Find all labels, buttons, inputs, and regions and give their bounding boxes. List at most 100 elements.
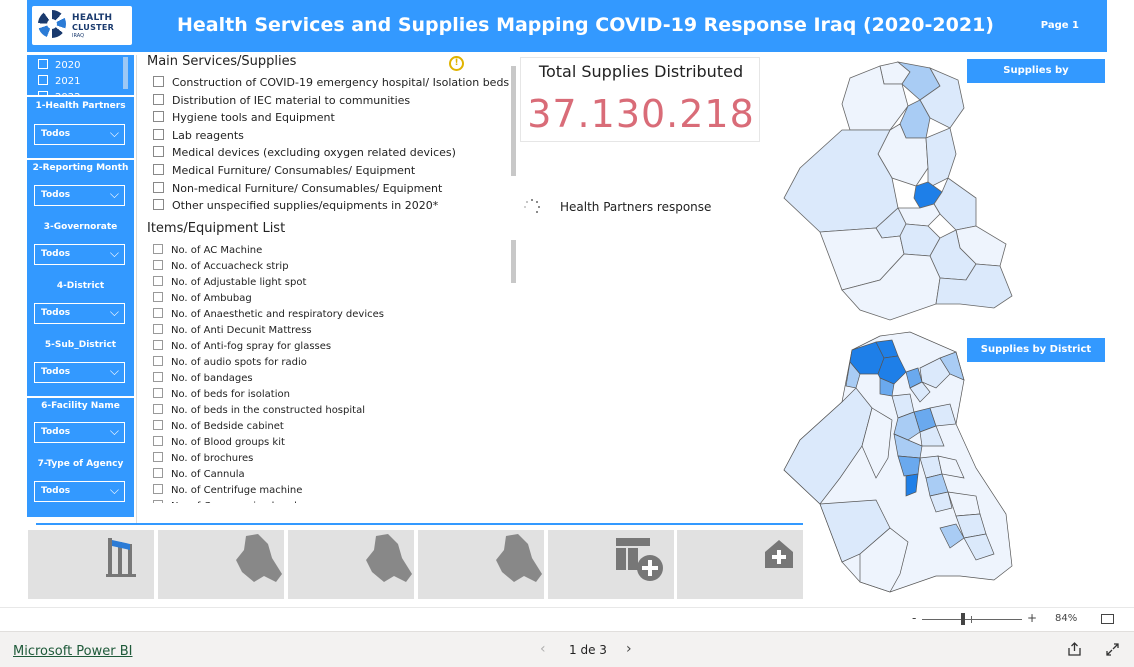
year-option-2020[interactable]: 2020 [38,59,80,71]
health-partners-dropdown[interactable]: Todos ⌵ [34,124,125,145]
equipment-option[interactable]: No. of Ambubag [153,292,252,304]
equipment-option[interactable]: No. of Cannula [153,468,245,480]
equipment-option[interactable]: No. of Centrifuge machine [153,484,302,496]
type-of-agency-dropdown[interactable]: Todos ⌵ [34,481,125,502]
equipment-checkbox[interactable] [153,324,163,334]
services-scrollbar[interactable] [511,66,516,176]
year-checkbox[interactable] [38,59,48,69]
equipment-option[interactable]: No. of Anaesthetic and respiratory devic… [153,308,384,320]
service-checkbox[interactable] [153,199,164,211]
equipment-checkbox[interactable] [153,260,163,270]
service-option[interactable]: Medical Furniture/ Consumables/ Equipmen… [153,164,415,177]
service-option[interactable]: Construction of COVID-19 emergency hospi… [153,76,509,89]
equipment-checkbox[interactable] [153,276,163,286]
district-dropdown[interactable]: Todos ⌵ [34,303,125,324]
facility-name-dropdown[interactable]: Todos ⌵ [34,422,125,443]
dropdown-value: Todos [41,486,71,496]
filter-sidebar: 2020 2021 2022 1-Health Partners Todos⌵ … [27,55,134,517]
service-option[interactable]: Other unspecified supplies/equipments in… [153,199,438,212]
equipment-option[interactable]: No. of Accuacheck strip [153,260,289,272]
nav-tile-flag[interactable] [28,530,154,599]
nav-tile-map-3[interactable] [418,530,544,599]
equipment-option[interactable]: No. of bandages [153,372,253,384]
service-checkbox[interactable] [153,128,164,140]
next-page-button[interactable]: › [626,641,632,657]
map-region-wasit[interactable] [933,177,977,231]
equipment-option[interactable]: No. of AC Machine [153,244,262,256]
equipment-checkbox[interactable] [153,244,163,254]
service-checkbox[interactable] [153,181,164,193]
service-checkbox[interactable] [153,93,164,105]
zoom-out-button[interactable]: - [912,611,916,625]
zoom-bar: - + 84% [0,607,1134,631]
sub-district-dropdown[interactable]: Todos ⌵ [34,362,125,383]
service-option[interactable]: Hygiene tools and Equipment [153,111,335,124]
info-icon[interactable]: ! [449,56,464,71]
equipment-scrollbar[interactable] [511,240,516,283]
nav-tile-map-1[interactable] [158,530,284,599]
zoom-slider-track[interactable] [922,619,1022,620]
equipment-checkbox[interactable] [153,436,163,446]
nav-tile-add-facility[interactable] [677,530,803,599]
equipment-label: No. of brochures [171,453,254,464]
equipment-checkbox[interactable] [153,388,163,398]
equipment-option[interactable]: No. of Blood groups kit [153,436,285,448]
equipment-option[interactable]: No. of Anti Decunit Mattress [153,324,312,336]
map-region-anbar[interactable] [783,129,899,233]
equipment-option[interactable]: No. of Anti-fog spray for glasses [153,340,331,352]
report-header: HEALTH CLUSTER IRAQ Health Services and … [27,0,1107,52]
service-label: Other unspecified supplies/equipments in… [172,199,439,213]
year-slicer[interactable]: 2020 2021 2022 [27,55,134,95]
equipment-option[interactable]: No. of brochures [153,452,253,464]
map-region-diyala[interactable] [925,127,957,189]
equipment-option[interactable]: No. of Adjustable light spot [153,276,306,288]
governorate-map[interactable] [780,58,1040,323]
equipment-option[interactable]: No. of audio spots for radio [153,356,307,368]
equipment-checkbox[interactable] [153,484,163,494]
year-checkbox[interactable] [38,75,48,85]
equipment-title: Items/Equipment List [147,221,286,236]
equipment-checkbox[interactable] [153,500,163,503]
zoom-slider-thumb[interactable] [961,613,965,625]
filter-label: 7-Type of Agency [37,459,124,469]
equipment-label: No. of Compression band sensor [171,501,333,503]
power-bi-link[interactable]: Microsoft Power BI [13,644,132,659]
zoom-in-button[interactable]: + [1027,611,1037,625]
service-checkbox[interactable] [153,164,164,175]
share-icon[interactable] [1067,642,1082,657]
service-checkbox[interactable] [153,111,164,123]
nav-tile-map-2[interactable] [288,530,414,599]
service-option[interactable]: Lab reagents [153,128,244,142]
equipment-checkbox[interactable] [153,372,163,382]
equipment-checkbox[interactable] [153,420,163,430]
filter-label: 5-Sub_District [44,340,117,350]
governorate-dropdown[interactable]: Todos ⌵ [34,244,125,265]
service-option[interactable]: Distribution of IEC material to communit… [153,93,411,107]
service-checkbox[interactable] [153,76,164,87]
equipment-checkbox[interactable] [153,308,163,318]
equipment-checkbox[interactable] [153,452,163,462]
reporting-month-dropdown[interactable]: Todos ⌵ [34,185,125,206]
equipment-checkbox[interactable] [153,340,163,350]
equipment-checkbox[interactable] [153,292,163,302]
service-option[interactable]: Medical devices (excluding oxygen relate… [153,146,456,159]
year-option-2021[interactable]: 2021 [38,75,80,87]
service-label: Distribution of IEC material to communit… [172,93,411,107]
equipment-checkbox[interactable] [153,404,163,414]
service-option[interactable]: Non-medical Furniture/ Consumables/ Equi… [153,181,442,195]
equipment-checkbox[interactable] [153,356,163,366]
equipment-option[interactable]: No. of Compression band sensor [153,500,333,503]
equipment-option[interactable]: No. of beds for isolation [153,388,290,400]
equipment-option[interactable]: No. of Bedside cabinet [153,420,284,432]
previous-page-button[interactable]: ‹ [540,641,546,657]
nav-tile-add-table[interactable] [548,530,674,599]
fullscreen-icon[interactable] [1105,642,1120,657]
service-checkbox[interactable] [153,146,164,158]
fit-to-page-icon[interactable] [1101,614,1114,624]
add-facility-icon [765,540,793,568]
equipment-label: No. of beds in the constructed hospital [171,405,365,416]
equipment-checkbox[interactable] [153,468,163,478]
equipment-option[interactable]: No. of beds in the constructed hospital [153,404,365,416]
year-scrollbar[interactable] [123,57,128,89]
district-map[interactable] [780,328,1042,596]
